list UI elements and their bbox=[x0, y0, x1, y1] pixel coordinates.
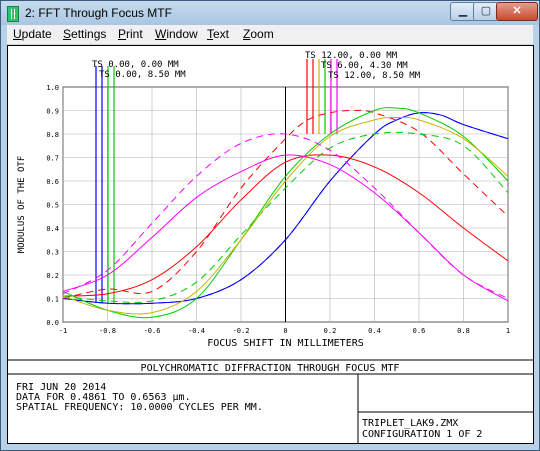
y-tick-label: 0.3 bbox=[46, 249, 59, 257]
y-tick-label: 0.9 bbox=[46, 108, 59, 116]
y-tick-label: 0.6 bbox=[46, 178, 59, 186]
x-tick-label: -0.8 bbox=[99, 327, 116, 335]
menu-zoom[interactable]: Zoom bbox=[243, 27, 274, 41]
footer-configuration: CONFIGURATION 1 OF 2 bbox=[362, 429, 482, 440]
x-axis-label: FOCUS SHIFT IN MILLIMETERS bbox=[207, 338, 364, 349]
close-button[interactable]: ✕ bbox=[496, 2, 538, 21]
legend-label: TS 12.00, 0.00 MM bbox=[305, 51, 398, 61]
menu-print[interactable]: Print bbox=[118, 27, 143, 41]
plot-area: -1 -0.8 -0.6 -0.4 -0.2 0 0.2 0.4 0.6 0.8 1 0.0 0.1 0.… bbox=[7, 45, 534, 444]
x-tick-label: 0.2 bbox=[324, 327, 337, 335]
menu-update[interactable]: Update bbox=[13, 27, 52, 41]
x-tick-label: -0.6 bbox=[144, 327, 161, 335]
y-tick-label: 0.0 bbox=[46, 319, 59, 327]
y-tick-label: 0.1 bbox=[46, 296, 59, 304]
legend-label: TS 0.00, 8.50 MM bbox=[99, 70, 186, 80]
mtf-chart: -1 -0.8 -0.6 -0.4 -0.2 0 0.2 0.4 0.6 0.8 1 0.0 0.1 0.… bbox=[8, 51, 533, 443]
y-tick-label: 0.7 bbox=[46, 155, 59, 163]
x-tick-label: 1 bbox=[506, 327, 510, 335]
y-tick-label: 1.0 bbox=[46, 84, 59, 92]
y-tick-label: 0.8 bbox=[46, 131, 59, 139]
footer-title: POLYCHROMATIC DIFFRACTION THROUGH FOCUS … bbox=[141, 363, 400, 374]
y-tick-label: 0.2 bbox=[46, 272, 59, 280]
title-bar[interactable]: 2: FFT Through Focus MTF ▁ ▢ ✕ bbox=[1, 1, 539, 25]
menu-window[interactable]: Window bbox=[155, 27, 198, 41]
x-tick-label: -0.2 bbox=[233, 327, 250, 335]
menu-text[interactable]: Text bbox=[207, 27, 229, 41]
x-tick-label: -0.4 bbox=[188, 327, 205, 335]
y-axis-label: MODULUS OF THE OTF bbox=[17, 156, 27, 254]
x-tick-label: 0.6 bbox=[413, 327, 426, 335]
x-tick-label: -1 bbox=[59, 327, 67, 335]
menu-settings[interactable]: Settings bbox=[63, 27, 106, 41]
y-tick-label: 0.5 bbox=[46, 202, 59, 210]
x-tick-label: 0.8 bbox=[457, 327, 470, 335]
app-icon bbox=[7, 6, 19, 22]
legend-label: TS 12.00, 8.50 MM bbox=[328, 71, 421, 81]
menu-bar: Update Settings Print Window Text Zoom bbox=[7, 25, 533, 45]
legend-label: TS 0.00, 0.00 MM bbox=[92, 60, 179, 70]
footer-spatial-frequency: SPATIAL FREQUENCY: 10.0000 CYCLES PER MM… bbox=[16, 402, 263, 413]
legend-label: TS 6.00, 4.30 MM bbox=[321, 61, 408, 71]
footer-filename: TRIPLET_LAK9.ZMX bbox=[362, 418, 458, 429]
y-tick-label: 0.4 bbox=[46, 225, 59, 233]
window-title: 2: FFT Through Focus MTF bbox=[25, 6, 172, 20]
x-tick-label: 0 bbox=[283, 327, 287, 335]
app-window: 2: FFT Through Focus MTF ▁ ▢ ✕ Update Se… bbox=[0, 0, 540, 451]
x-tick-label: 0.4 bbox=[368, 327, 381, 335]
